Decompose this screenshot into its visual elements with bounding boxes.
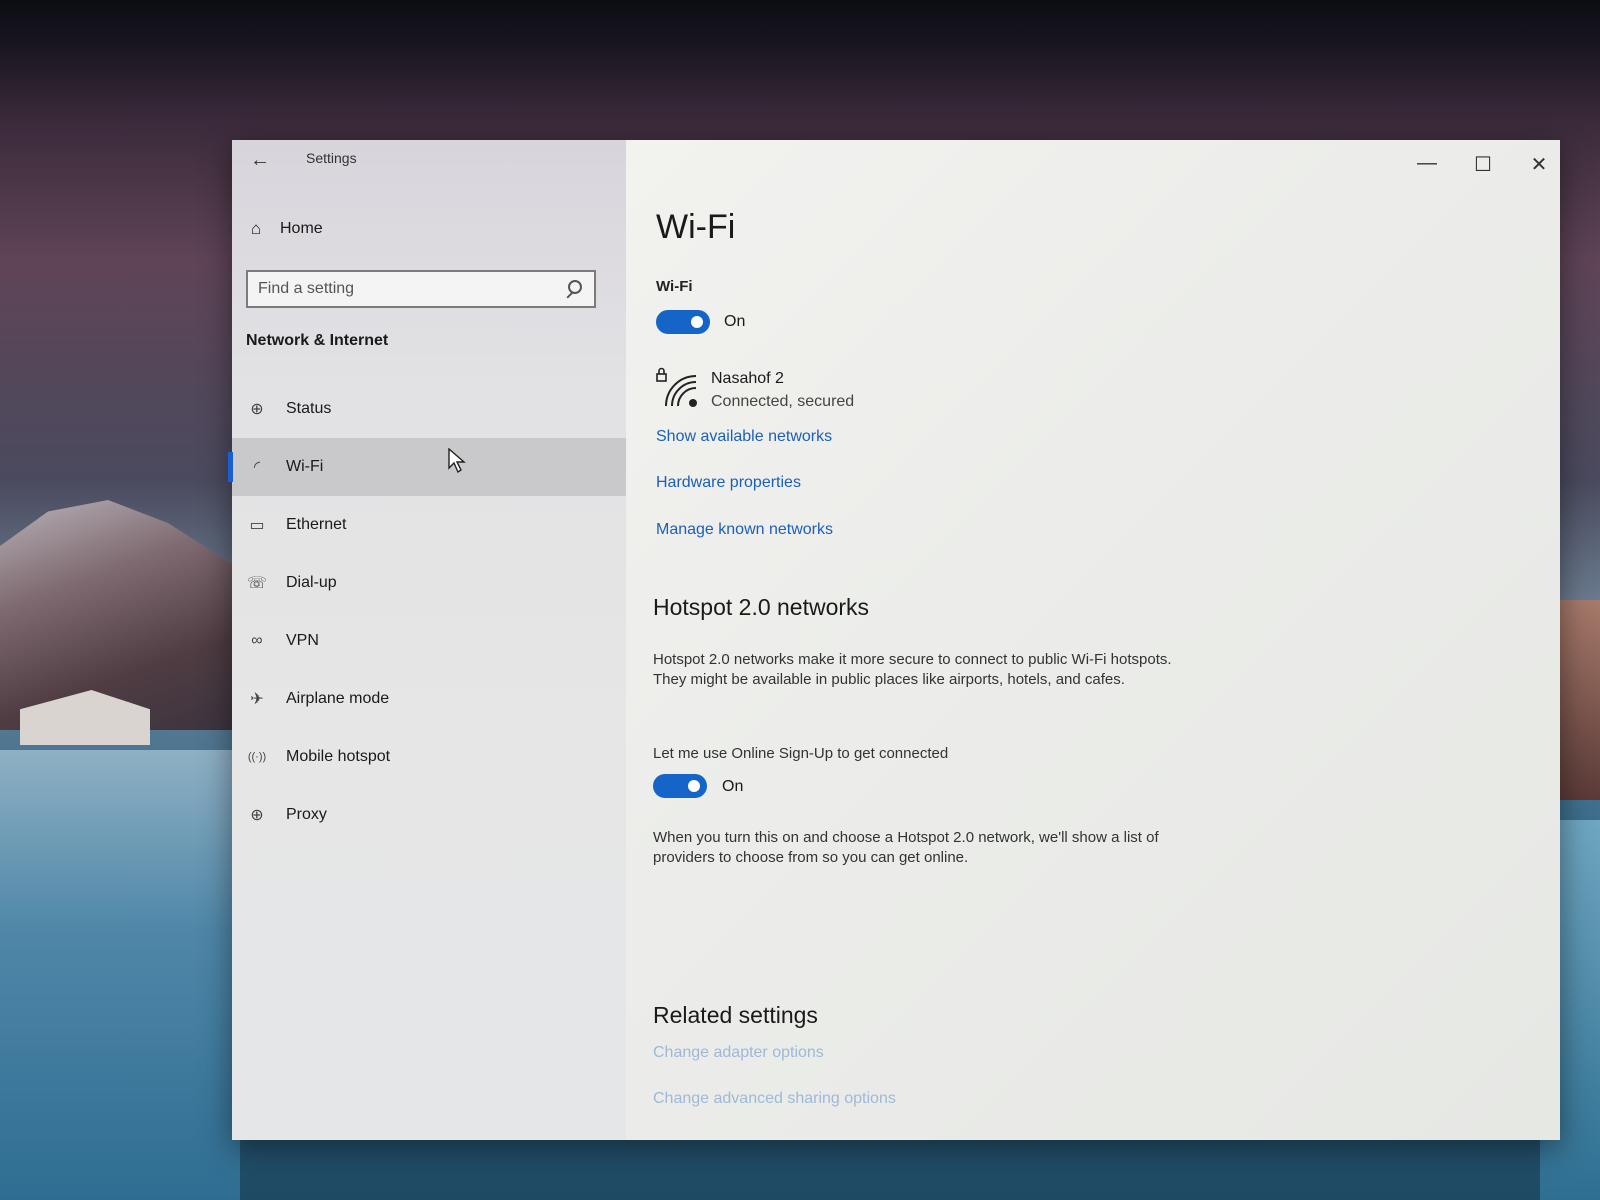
settings-window: ← Settings ⌂ Home Find a setting Network… (228, 140, 1560, 1140)
back-arrow-icon[interactable]: ← (246, 148, 274, 172)
sidebar-item-dialup[interactable]: ☏ Dial-up (232, 554, 626, 612)
hotspot-description: Hotspot 2.0 networks make it more secure… (653, 651, 1172, 688)
sidebar-item-wifi[interactable]: ◜ Wi-Fi (228, 438, 626, 496)
globe-status-icon: ⊕ (250, 401, 264, 418)
toggle-knob (688, 780, 700, 792)
wifi-icon: ◜ (253, 459, 261, 476)
wifi-toggle[interactable] (656, 310, 710, 334)
wifi-toggle-label: Wi-Fi (656, 278, 693, 295)
dialup-icon: ☏ (246, 575, 267, 592)
globe-proxy-icon: ⊕ (250, 807, 264, 824)
home-icon: ⌂ (250, 219, 262, 238)
vpn-icon: ∞ (251, 632, 263, 649)
home-label: Home (280, 220, 323, 237)
title-bar: ← Settings (232, 140, 626, 180)
online-signup-toggle[interactable] (653, 774, 707, 798)
sidebar-item-mobile-hotspot[interactable]: ((·)) Mobile hotspot (232, 728, 626, 786)
sidebar-item-label: Proxy (286, 806, 327, 823)
main-panel: — ☐ ✕ Wi-Fi Wi-Fi On Nasahof 2 Connected… (626, 140, 1560, 1140)
related-settings-title: Related settings (653, 1002, 818, 1028)
maximize-icon[interactable]: ☐ (1472, 152, 1494, 177)
sidebar-item-label: Status (286, 400, 332, 417)
sidebar-item-label: Wi-Fi (286, 458, 324, 475)
minimize-icon[interactable]: — (1416, 152, 1438, 177)
sidebar-item-airplane-mode[interactable]: ✈ Airplane mode (232, 670, 626, 728)
search-icon[interactable] (562, 278, 584, 300)
search-input[interactable]: Find a setting (246, 270, 596, 308)
desktop-wallpaper-water (0, 750, 240, 1200)
sidebar: ← Settings ⌂ Home Find a setting Network… (228, 140, 626, 1140)
network-status: Connected, secured (711, 393, 855, 410)
sidebar-item-label: Dial-up (286, 574, 337, 591)
show-available-networks-link[interactable]: Show available networks (656, 428, 832, 446)
sidebar-item-label: Mobile hotspot (286, 748, 391, 765)
hotspot-section-title: Hotspot 2.0 networks (653, 594, 870, 620)
change-advanced-sharing-options-link[interactable]: Change advanced sharing options (653, 1090, 896, 1108)
network-name: Nasahof 2 (711, 370, 784, 387)
sidebar-item-proxy[interactable]: ⊕ Proxy (232, 786, 626, 844)
app-title: Settings (306, 150, 357, 166)
online-signup-note: When you turn this on and choose a Hotsp… (653, 829, 1159, 866)
change-adapter-options-link[interactable]: Change adapter options (653, 1044, 824, 1062)
sidebar-nav: ⊕ Status ◜ Wi-Fi ▭ Ethernet ☏ Dial-up ∞ … (228, 380, 626, 844)
close-icon[interactable]: ✕ (1528, 152, 1550, 177)
sidebar-item-status[interactable]: ⊕ Status (232, 380, 626, 438)
sidebar-item-label: Airplane mode (286, 690, 390, 707)
home-nav-item[interactable]: ⌂ Home (246, 216, 323, 242)
window-controls: — ☐ ✕ (1416, 152, 1550, 177)
desktop-wallpaper-mountain (0, 500, 240, 730)
page-title: Wi-Fi (656, 208, 736, 246)
sidebar-item-ethernet[interactable]: ▭ Ethernet (232, 496, 626, 554)
ethernet-icon: ▭ (249, 517, 265, 534)
wifi-toggle-state: On (724, 313, 746, 330)
sidebar-item-label: VPN (286, 632, 319, 649)
online-signup-toggle-state: On (722, 778, 744, 795)
hardware-properties-link[interactable]: Hardware properties (656, 474, 801, 492)
section-title: Network & Internet (246, 332, 389, 349)
mobile-hotspot-icon: ((·)) (247, 751, 267, 763)
airplane-icon: ✈ (250, 691, 264, 708)
manage-known-networks-link[interactable]: Manage known networks (656, 521, 833, 539)
wifi-secured-icon (656, 367, 697, 407)
sidebar-item-vpn[interactable]: ∞ VPN (232, 612, 626, 670)
toggle-knob (691, 316, 703, 328)
search-placeholder: Find a setting (258, 280, 355, 297)
sidebar-item-label: Ethernet (286, 516, 347, 533)
online-signup-toggle-label: Let me use Online Sign-Up to get connect… (653, 745, 949, 762)
